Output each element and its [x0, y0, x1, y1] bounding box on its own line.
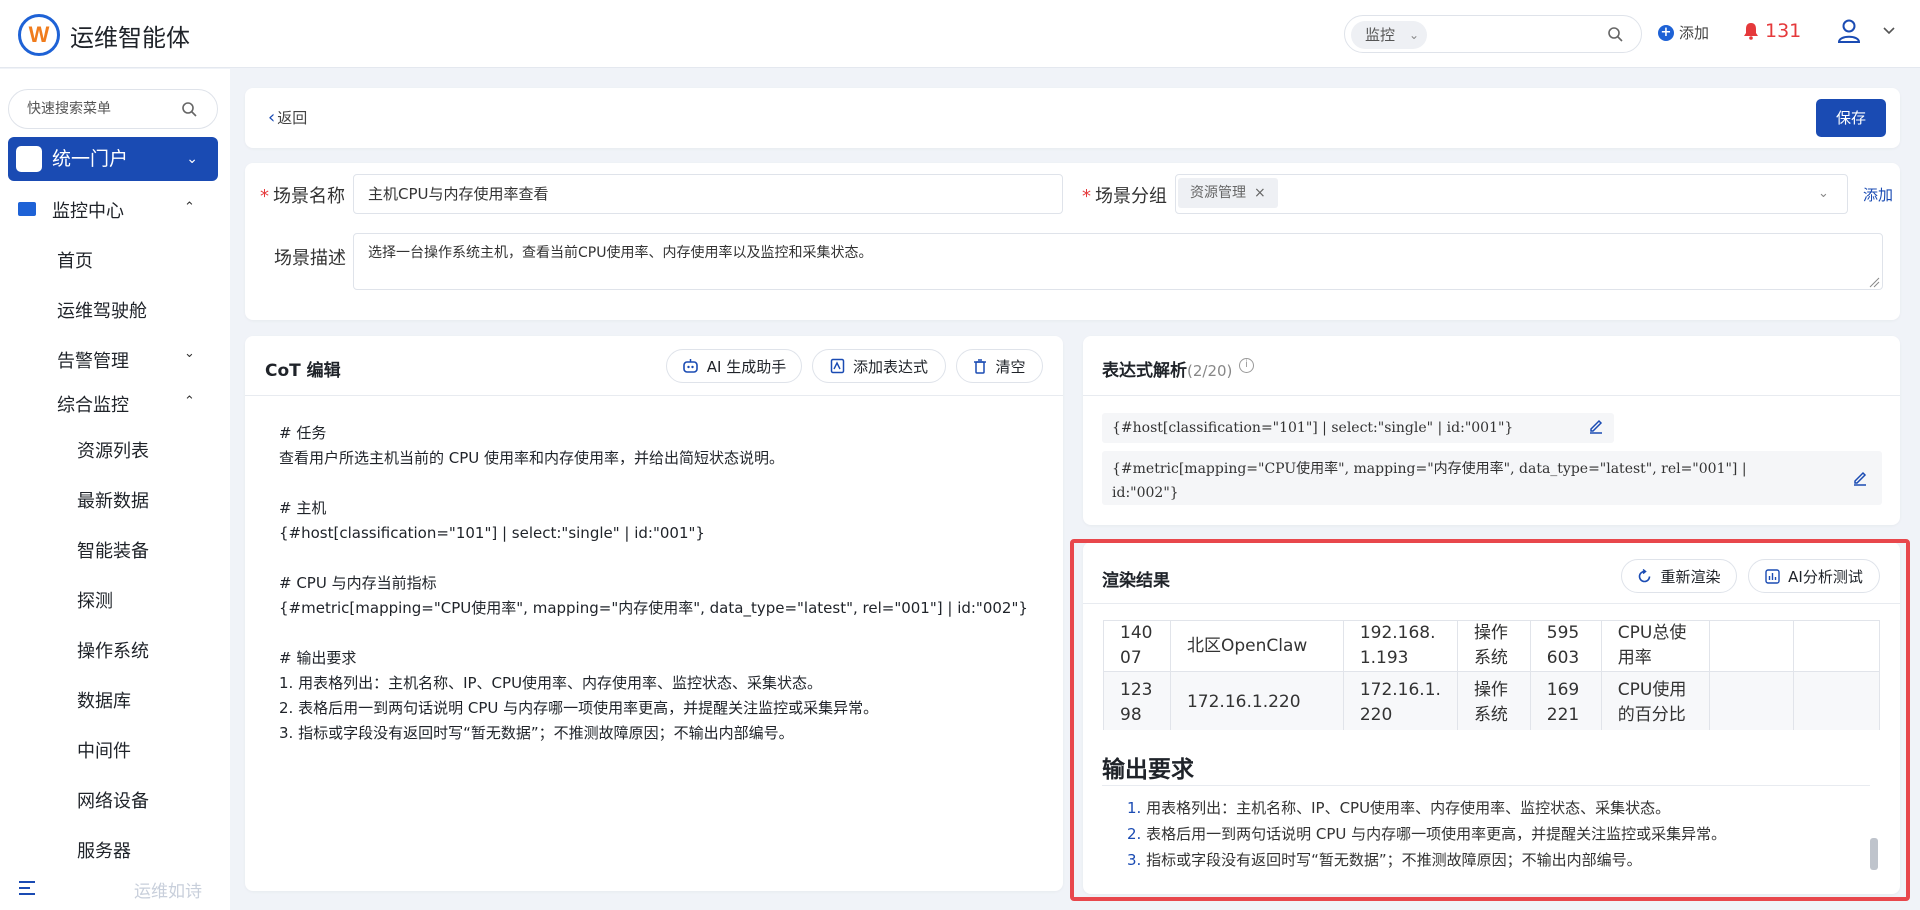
header-add-label: 添加 [1679, 24, 1710, 42]
search-icon[interactable] [181, 101, 197, 117]
sidebar-item-integrated-monitor[interactable]: 综合监控 [57, 391, 129, 417]
cot-line: {#host[classification="101"] | select:"s… [279, 524, 705, 542]
cot-line: # 任务 [279, 424, 327, 442]
plus-circle-icon: + [1658, 24, 1674, 41]
group-tag: 资源管理 × [1178, 178, 1278, 208]
toolbar-card [245, 88, 1900, 148]
chevron-down-icon[interactable]: ⌄ [1818, 186, 1829, 201]
collapse-menu-icon[interactable] [18, 880, 36, 896]
chevron-left-icon: ‹ [268, 107, 276, 128]
resize-handle-icon[interactable] [1868, 276, 1880, 288]
sidebar-item-smart-equipment[interactable]: 智能装备 [77, 537, 149, 563]
expression-item: {#host[classification="101"] | select:"s… [1102, 413, 1614, 443]
sidebar-item-resource-list[interactable]: 资源列表 [77, 437, 149, 463]
alert-button[interactable]: 131 [1743, 20, 1801, 42]
sidebar-item-server[interactable]: 服务器 [77, 837, 131, 863]
bell-icon [1744, 23, 1758, 40]
sidebar-item-portal[interactable]: 统一门户 ⌄ [8, 137, 218, 181]
cot-line [279, 471, 1028, 496]
cot-line: 2. 表格后用一到两句话说明 CPU 与内存哪一项使用率更高，并提醒关注监控或采… [279, 699, 879, 717]
sidebar-item-os[interactable]: 操作系统 [77, 637, 149, 663]
cot-title: CoT 编辑 [265, 361, 341, 381]
cot-line: # 输出要求 [279, 649, 357, 667]
menu-search-placeholder: 快速搜索菜单 [27, 101, 111, 117]
sidebar-item-latest-data[interactable]: 最新数据 [77, 487, 149, 513]
cot-line: 查看用户所选主机当前的 CPU 使用率和内存使用率，并给出简短状态说明。 [279, 449, 785, 467]
clear-label: 清空 [995, 357, 1026, 376]
cot-line: # 主机 [279, 499, 327, 517]
cot-line [279, 621, 1028, 646]
divider [245, 395, 1063, 396]
app-logo: W [18, 14, 60, 56]
sidebar-item-database[interactable]: 数据库 [77, 687, 131, 713]
user-icon[interactable] [1836, 18, 1862, 44]
ai-assistant-label: AI 生成助手 [706, 357, 787, 376]
portal-icon [16, 146, 42, 172]
sidebar-item-monitor-center[interactable]: 监控中心 [52, 197, 124, 223]
add-expression-icon [830, 358, 845, 374]
sidebar-item-network[interactable]: 网络设备 [77, 787, 149, 813]
divider [1083, 395, 1900, 396]
chevron-down-icon: ⌄ [186, 151, 198, 167]
monitor-icon [18, 202, 36, 216]
header-add-button[interactable]: + 添加 [1658, 22, 1709, 43]
scene-name-label: * 场景名称 [260, 186, 345, 207]
scene-desc-label: 场景描述 [274, 248, 346, 269]
close-icon[interactable]: × [1254, 185, 1266, 201]
search-icon[interactable] [1607, 26, 1623, 42]
info-icon[interactable]: i [1239, 358, 1254, 373]
search-category-label: 监控 [1365, 26, 1396, 44]
cot-editor-content[interactable]: # 任务 查看用户所选主机当前的 CPU 使用率和内存使用率，并给出简短状态说明… [279, 421, 1028, 746]
sidebar-item-probe[interactable]: 探测 [77, 587, 113, 613]
back-label: 返回 [277, 109, 308, 127]
chevron-down-icon: ⌄ [1408, 28, 1419, 42]
cot-line: {#metric[mapping="CPU使用率", mapping="内存使用… [279, 599, 1028, 617]
expression-line: id:"002"} [1112, 485, 1179, 501]
group-tag-label: 资源管理 [1190, 185, 1246, 201]
sidebar-item-middleware[interactable]: 中间件 [77, 737, 131, 763]
group-add-link[interactable]: 添加 [1863, 184, 1893, 205]
scene-desc-textarea[interactable]: 选择一台操作系统主机，查看当前CPU使用率、内存使用率以及监控和采集状态。 [353, 233, 1883, 290]
scene-group-label: * 场景分组 [1082, 186, 1167, 207]
sidebar-footer-text: 运维如诗 [134, 882, 202, 902]
clear-button[interactable]: 清空 [956, 349, 1043, 383]
back-link[interactable]: ‹ 返回 [268, 107, 307, 128]
search-category-select[interactable]: 监控 ⌄ [1351, 21, 1427, 49]
expression-line: {#metric[mapping="CPU使用率", mapping="内存使用… [1112, 461, 1747, 477]
expression-item: {#metric[mapping="CPU使用率", mapping="内存使用… [1102, 451, 1882, 505]
chevron-down-icon[interactable]: ⌄ [184, 346, 195, 361]
add-expression-label: 添加表达式 [852, 357, 928, 376]
trash-icon [974, 358, 987, 374]
sidebar-item-cockpit[interactable]: 运维驾驶舱 [57, 297, 147, 323]
robot-icon [682, 359, 698, 373]
cot-line [279, 546, 1028, 571]
sidebar-item-home[interactable]: 首页 [57, 247, 93, 273]
scene-name-input[interactable]: 主机CPU与内存使用率查看 [353, 174, 1063, 214]
user-menu-chevron-icon[interactable] [1882, 24, 1896, 38]
menu-search-input[interactable]: 快速搜索菜单 [8, 89, 218, 129]
edit-icon[interactable] [1588, 418, 1604, 434]
chevron-up-icon[interactable]: ⌃ [184, 200, 195, 215]
alert-count: 131 [1765, 20, 1802, 42]
portal-label: 统一门户 [52, 148, 129, 170]
cot-line: 3. 指标或字段没有返回时写“暂无数据”；不推测故障原因；不输出内部编号。 [279, 724, 794, 742]
global-search[interactable]: 监控 ⌄ [1344, 15, 1642, 53]
top-header: W 运维智能体 监控 ⌄ + 添加 131 [0, 0, 1920, 68]
save-button[interactable]: 保存 [1816, 99, 1886, 137]
app-title: 运维智能体 [70, 24, 190, 52]
expression-title: 表达式解析(2/20) [1102, 361, 1233, 381]
cot-line: # CPU 与内存当前指标 [279, 574, 437, 592]
highlight-frame [1070, 539, 1910, 901]
sidebar-item-alerts[interactable]: 告警管理 [57, 347, 129, 373]
add-expression-button[interactable]: 添加表达式 [812, 349, 946, 383]
edit-icon[interactable] [1852, 470, 1868, 486]
chevron-up-icon[interactable]: ⌃ [184, 394, 195, 409]
cot-line: 1. 用表格列出：主机名称、IP、CPU使用率、内存使用率、监控状态、采集状态。 [279, 674, 823, 692]
ai-assistant-button[interactable]: AI 生成助手 [666, 349, 802, 383]
